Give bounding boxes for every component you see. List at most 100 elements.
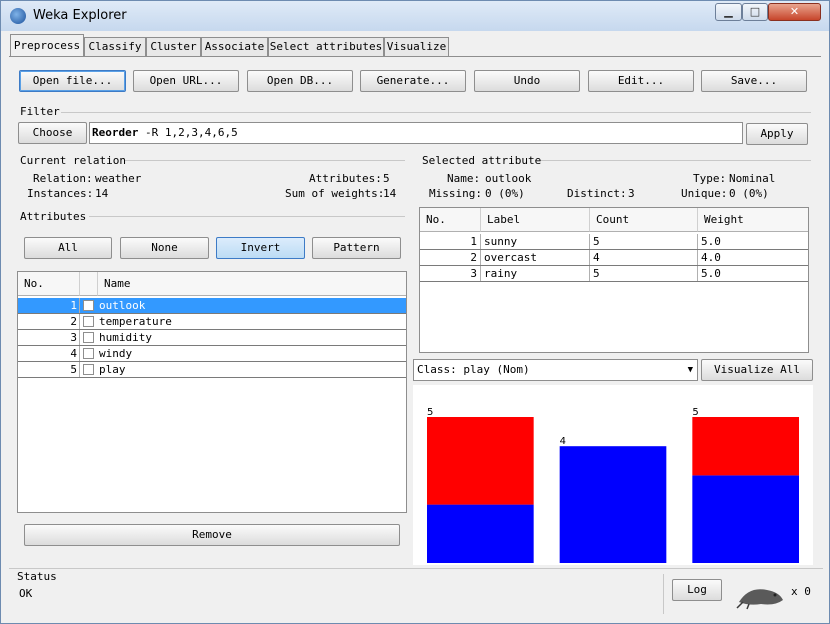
tab-classify[interactable]: Classify xyxy=(84,37,146,56)
attribute-no: 1 xyxy=(18,298,80,313)
class-attribute-select[interactable]: Class: play (Nom) ▼ xyxy=(413,359,698,381)
attribute-no: 3 xyxy=(18,330,80,345)
selected-section-rule xyxy=(535,160,811,161)
tab-visualize[interactable]: Visualize xyxy=(384,37,449,56)
attributes-table: No. Name 1 outlook 2 temperature 3 humid… xyxy=(17,271,407,513)
status-separator xyxy=(663,574,664,614)
label-row[interactable]: 2 overcast 4 4.0 xyxy=(420,250,808,266)
class-distribution-chart: 5 4 5 xyxy=(413,385,813,565)
label-row[interactable]: 3 rainy 5 5.0 xyxy=(420,266,808,282)
attributes-count-label: Attributes: xyxy=(309,172,382,185)
attribute-checkbox[interactable] xyxy=(83,332,94,343)
apply-filter-button[interactable]: Apply xyxy=(746,123,808,145)
selected-attribute-label: Selected attribute xyxy=(422,154,542,167)
filter-section-rule xyxy=(61,112,811,113)
missing-value: 0 (0%) xyxy=(485,187,525,200)
log-button[interactable]: Log xyxy=(672,579,722,601)
filter-command-field[interactable]: Reorder -R 1,2,3,4,6,5 xyxy=(89,122,743,144)
close-button[interactable]: ✕ xyxy=(768,3,821,21)
open-url-button[interactable]: Open URL... xyxy=(133,70,239,92)
column-header-name[interactable]: Name xyxy=(98,272,406,296)
attribute-checkbox[interactable] xyxy=(83,300,94,311)
attribute-name: humidity xyxy=(99,331,152,344)
label-weight: 4.0 xyxy=(701,251,721,264)
attribute-no: 2 xyxy=(18,314,80,329)
pattern-select-button[interactable]: Pattern xyxy=(312,237,401,259)
bar-overcast-segment-0 xyxy=(559,446,667,563)
tab-cluster[interactable]: Cluster xyxy=(146,37,201,56)
open-file-button[interactable]: Open file... xyxy=(19,70,126,92)
attribute-row[interactable]: 4 windy xyxy=(18,346,406,362)
generate-button[interactable]: Generate... xyxy=(360,70,466,92)
attribute-checkbox[interactable] xyxy=(83,364,94,375)
bar-total-label: 4 xyxy=(560,436,566,447)
tab-divider xyxy=(9,56,821,57)
label-weight: 5.0 xyxy=(701,267,721,280)
select-all-button[interactable]: All xyxy=(24,237,112,259)
maximize-button[interactable]: □ xyxy=(742,3,768,21)
attribute-name: play xyxy=(99,363,126,376)
current-relation-label: Current relation xyxy=(20,154,126,167)
attribute-name: temperature xyxy=(99,315,172,328)
label-weight: 5.0 xyxy=(701,235,721,248)
tab-associate[interactable]: Associate xyxy=(201,37,268,56)
dropdown-arrow-icon[interactable]: ▼ xyxy=(688,360,693,380)
filter-section-label: Filter xyxy=(20,105,60,118)
attribute-no: 4 xyxy=(18,346,80,361)
bar-total-label: 5 xyxy=(427,407,433,418)
window-title: Weka Explorer xyxy=(33,8,127,23)
attribute-checkbox[interactable] xyxy=(83,348,94,359)
column-header-label[interactable]: Label xyxy=(481,208,590,232)
sum-of-weights-value: 14 xyxy=(383,187,397,200)
save-button[interactable]: Save... xyxy=(701,70,807,92)
label-row[interactable]: 1 sunny 5 5.0 xyxy=(420,234,808,250)
attribute-checkbox[interactable] xyxy=(83,316,94,327)
column-header-count[interactable]: Count xyxy=(590,208,698,232)
relation-name-value: weather xyxy=(95,172,142,185)
column-header-check[interactable] xyxy=(80,272,98,296)
attribute-row[interactable]: 3 humidity xyxy=(18,330,406,346)
selected-type-label: Type: xyxy=(693,172,727,185)
label-count: 5 xyxy=(590,266,698,281)
open-db-button[interactable]: Open DB... xyxy=(247,70,353,92)
label-name: overcast xyxy=(481,250,590,265)
bar-total-label: 5 xyxy=(692,407,698,418)
invert-selection-button[interactable]: Invert xyxy=(216,237,305,259)
column-header-no[interactable]: No. xyxy=(18,272,80,296)
visualize-all-button[interactable]: Visualize All xyxy=(701,359,813,381)
attribute-row[interactable]: 2 temperature xyxy=(18,314,406,330)
tab-preprocess[interactable]: Preprocess xyxy=(10,34,84,57)
instances-value: 14 xyxy=(95,187,109,200)
distinct-value: 3 xyxy=(628,187,635,200)
attributes-section-rule xyxy=(89,216,405,217)
choose-filter-button[interactable]: Choose xyxy=(18,122,87,144)
filter-name: Reorder xyxy=(92,126,139,139)
label-count: 5 xyxy=(590,234,698,249)
weka-bird-icon[interactable] xyxy=(735,580,787,610)
attributes-section-label: Attributes xyxy=(20,210,87,223)
selected-name-label: Name: xyxy=(447,172,481,185)
attribute-row[interactable]: 1 outlook xyxy=(18,298,406,314)
attribute-row[interactable]: 5 play xyxy=(18,362,406,378)
bar-rainy-segment-0 xyxy=(692,475,799,563)
unique-value: 0 (0%) xyxy=(729,187,769,200)
column-header-no[interactable]: No. xyxy=(420,208,481,232)
sum-of-weights-label: Sum of weights: xyxy=(285,187,385,200)
label-no: 2 xyxy=(420,250,481,265)
bar-sunny-segment-1 xyxy=(427,417,534,505)
column-header-weight[interactable]: Weight xyxy=(698,208,808,232)
weka-explorer-window: Weka Explorer ▁ □ ✕ Preprocess Classify … xyxy=(0,0,830,624)
tab-select-attributes[interactable]: Select attributes xyxy=(268,37,384,56)
minimize-button[interactable]: ▁ xyxy=(715,3,742,21)
title-bar[interactable]: Weka Explorer ▁ □ ✕ xyxy=(1,1,829,31)
status-section-label: Status xyxy=(17,570,57,583)
select-none-button[interactable]: None xyxy=(120,237,209,259)
bar-sunny-segment-0 xyxy=(427,504,534,563)
filter-options: -R 1,2,3,4,6,5 xyxy=(138,126,238,139)
edit-button[interactable]: Edit... xyxy=(588,70,694,92)
instances-label: Instances: xyxy=(27,187,94,200)
undo-button[interactable]: Undo xyxy=(474,70,580,92)
status-divider xyxy=(9,568,823,569)
remove-attribute-button[interactable]: Remove xyxy=(24,524,400,546)
weka-app-icon xyxy=(10,8,26,24)
